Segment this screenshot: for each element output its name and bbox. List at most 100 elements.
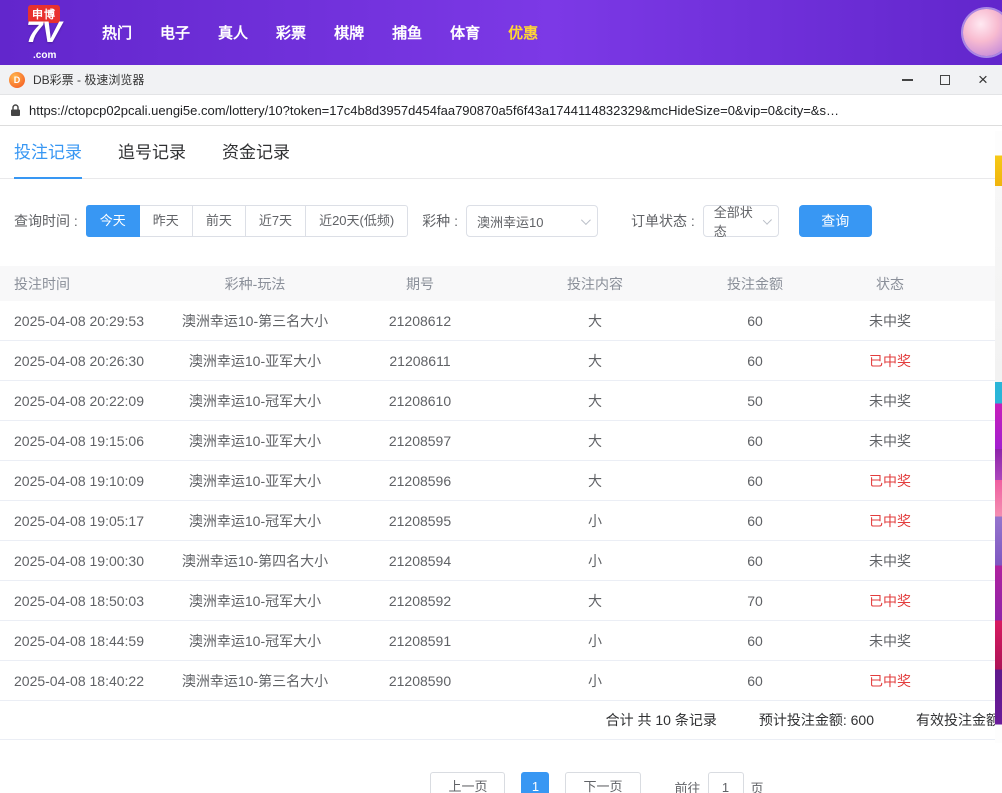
bet-content: 大 xyxy=(495,311,695,331)
nav-item-slots[interactable]: 电子 xyxy=(160,22,190,43)
bet-content: 大 xyxy=(495,431,695,451)
chevron-down-icon xyxy=(763,215,772,224)
lottery-type-value: 澳洲幸运10 xyxy=(477,212,543,231)
summary-bar: 合计 共 10 条记录 预计投注金额: 600 有效投注金额 xyxy=(0,701,1002,740)
tab-chase-records[interactable]: 追号记录 xyxy=(118,143,186,178)
play-name: 澳洲幸运10-冠军大小 xyxy=(165,631,345,651)
column-header-2: 彩种-玩法 xyxy=(165,274,345,294)
column-header-3: 期号 xyxy=(345,274,495,294)
bet-content: 大 xyxy=(495,471,695,491)
minimize-button[interactable] xyxy=(888,65,926,95)
summary-valid-amount: 有效投注金额 xyxy=(916,710,1000,730)
play-name: 澳洲幸运10-亚军大小 xyxy=(165,351,345,371)
order-status-value: 全部状态 xyxy=(714,202,755,240)
screen: 申博 7V .com 热门电子真人彩票棋牌捕鱼体育优惠 D DB彩票 - 极速浏… xyxy=(0,0,1002,793)
bet-time: 2025-04-08 20:26:30 xyxy=(0,353,165,369)
site-logo[interactable]: 申博 7V .com xyxy=(26,4,84,62)
nav-item-live[interactable]: 真人 xyxy=(218,22,248,43)
summary-expected-amount: 预计投注金额: 600 xyxy=(759,710,874,730)
time-filter-last-20-days-low-freq[interactable]: 近20天(低频) xyxy=(305,205,408,237)
bet-time: 2025-04-08 19:15:06 xyxy=(0,433,165,449)
tab-bet-records[interactable]: 投注记录 xyxy=(14,143,82,179)
summary-total-records: 合计 共 10 条记录 xyxy=(606,710,717,730)
pagination-inner: 上一页 1 下一页 前往 页 xyxy=(430,772,763,793)
tabs: 投注记录 追号记录 资金记录 xyxy=(0,126,1002,179)
maximize-button[interactable] xyxy=(926,65,964,95)
logo-main-text: 7V xyxy=(26,16,61,50)
nav-item-lottery[interactable]: 彩票 xyxy=(276,22,306,43)
play-name: 澳洲幸运10-冠军大小 xyxy=(165,591,345,611)
bet-content: 大 xyxy=(495,351,695,371)
period-number: 21208612 xyxy=(345,313,495,329)
chevron-down-icon xyxy=(581,215,591,225)
bet-amount: 60 xyxy=(695,633,815,649)
bet-status: 已中奖 xyxy=(815,511,965,531)
tab-fund-records[interactable]: 资金记录 xyxy=(222,143,290,178)
maximize-icon xyxy=(940,75,950,85)
bet-amount: 60 xyxy=(695,513,815,529)
time-filter-day-before-yesterday[interactable]: 前天 xyxy=(192,205,246,237)
time-filter-yesterday[interactable]: 昨天 xyxy=(139,205,193,237)
user-avatar[interactable] xyxy=(963,9,1002,56)
bet-status: 未中奖 xyxy=(815,311,965,331)
bet-content: 小 xyxy=(495,551,695,571)
time-filter-last-7-days[interactable]: 近7天 xyxy=(245,205,306,237)
bet-status: 已中奖 xyxy=(815,471,965,491)
browser-window-title: DB彩票 - 极速浏览器 xyxy=(33,71,144,88)
table-row: 2025-04-08 20:29:53澳洲幸运10-第三名大小21208612大… xyxy=(0,301,1002,341)
table-row: 2025-04-08 18:50:03澳洲幸运10-冠军大小21208592大7… xyxy=(0,581,1002,621)
period-number: 21208591 xyxy=(345,633,495,649)
time-filter-today[interactable]: 今天 xyxy=(86,205,140,237)
bet-time: 2025-04-08 20:29:53 xyxy=(0,313,165,329)
bet-amount: 60 xyxy=(695,353,815,369)
minimize-icon xyxy=(902,79,913,81)
bet-status: 已中奖 xyxy=(815,671,965,691)
search-button[interactable]: 查询 xyxy=(799,205,872,237)
order-status-select[interactable]: 全部状态 xyxy=(703,205,779,237)
top-nav: 申博 7V .com 热门 电子 真人 彩票 棋牌 捕鱼 体育 优惠 xyxy=(0,0,1002,65)
column-header-5: 投注金额 xyxy=(695,274,815,294)
play-name: 澳洲幸运10-第三名大小 xyxy=(165,311,345,331)
play-name: 澳洲幸运10-第四名大小 xyxy=(165,551,345,571)
lottery-type-label: 彩种 : xyxy=(422,211,458,231)
bet-amount: 60 xyxy=(695,553,815,569)
pagination: 上一页 1 下一页 前往 页 xyxy=(0,772,1002,793)
bet-status: 未中奖 xyxy=(815,551,965,571)
url-text[interactable]: https://ctopcp02pcali.uengi5e.com/lotter… xyxy=(29,103,839,118)
browser-urlbar[interactable]: https://ctopcp02pcali.uengi5e.com/lotter… xyxy=(0,95,1002,126)
bet-content: 小 xyxy=(495,671,695,691)
table-header-row: 投注时间彩种-玩法期号投注内容投注金额状态 xyxy=(0,266,1002,301)
bet-status: 未中奖 xyxy=(815,391,965,411)
period-number: 21208610 xyxy=(345,393,495,409)
next-page-button[interactable]: 下一页 xyxy=(565,772,640,793)
nav-item-fishing[interactable]: 捕鱼 xyxy=(392,22,422,43)
nav-item-promos[interactable]: 优惠 xyxy=(508,22,538,43)
nav-item-hot[interactable]: 热门 xyxy=(102,22,132,43)
play-name: 澳洲幸运10-亚军大小 xyxy=(165,471,345,491)
play-name: 澳洲幸运10-冠军大小 xyxy=(165,511,345,531)
period-number: 21208597 xyxy=(345,433,495,449)
nav-item-sports[interactable]: 体育 xyxy=(450,22,480,43)
current-page-button[interactable]: 1 xyxy=(521,772,549,793)
goto-page-input[interactable] xyxy=(708,772,744,793)
close-button[interactable]: × xyxy=(964,65,1002,95)
period-number: 21208611 xyxy=(345,353,495,369)
bet-status: 未中奖 xyxy=(815,431,965,451)
play-name: 澳洲幸运10-冠军大小 xyxy=(165,391,345,411)
goto-page-suffix: 页 xyxy=(751,778,764,793)
lottery-type-select[interactable]: 澳洲幸运10 xyxy=(466,205,598,237)
period-number: 21208596 xyxy=(345,473,495,489)
bet-content: 大 xyxy=(495,591,695,611)
table-body: 2025-04-08 20:29:53澳洲幸运10-第三名大小21208612大… xyxy=(0,301,1002,701)
close-icon: × xyxy=(978,71,988,88)
bet-amount: 60 xyxy=(695,313,815,329)
period-number: 21208592 xyxy=(345,593,495,609)
prev-page-button[interactable]: 上一页 xyxy=(430,772,505,793)
bet-amount: 60 xyxy=(695,673,815,689)
table-row: 2025-04-08 20:22:09澳洲幸运10-冠军大小21208610大5… xyxy=(0,381,1002,421)
column-header-4: 投注内容 xyxy=(495,274,695,294)
goto-page-label: 前往 xyxy=(675,778,701,793)
table-row: 2025-04-08 20:26:30澳洲幸运10-亚军大小21208611大6… xyxy=(0,341,1002,381)
nav-item-chess[interactable]: 棋牌 xyxy=(334,22,364,43)
table-row: 2025-04-08 19:05:17澳洲幸运10-冠军大小21208595小6… xyxy=(0,501,1002,541)
